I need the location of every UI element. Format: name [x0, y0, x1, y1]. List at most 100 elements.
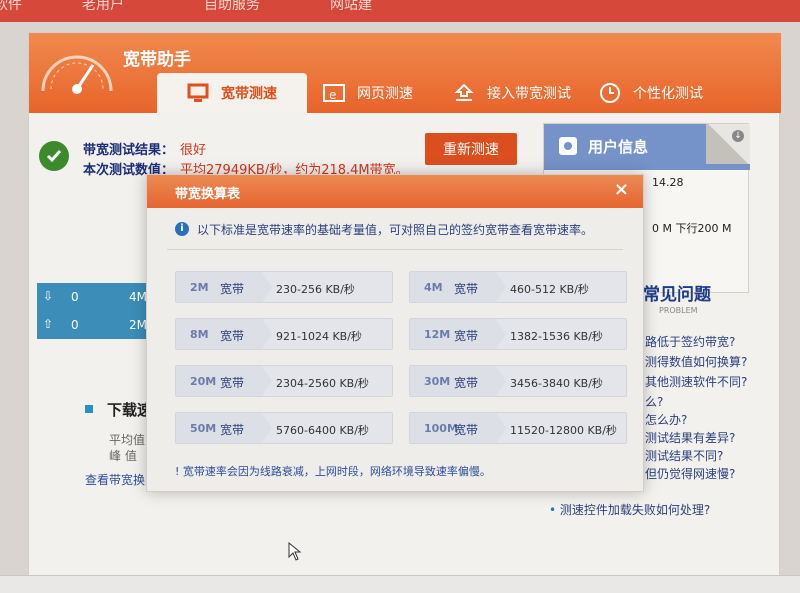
- page-fold: [706, 124, 750, 164]
- result-label: 带宽测试结果：: [83, 143, 175, 158]
- dialog-title: 带宽换算表: [175, 187, 241, 202]
- bandwidth-size: 50M: [190, 422, 217, 435]
- user-info-line: 14.28: [652, 176, 684, 189]
- tab-web-speed[interactable]: e 网页测速: [323, 73, 413, 113]
- taskbar: [0, 575, 800, 593]
- faq-title: 常见问题: [643, 285, 711, 305]
- nav-item[interactable]: 老用户: [82, 0, 124, 14]
- top-nav: 软件 老用户 自助服务 网站建: [0, 0, 800, 22]
- download-icon[interactable]: ↓: [732, 130, 744, 142]
- rate-range: 921-1024 KB/秒: [276, 330, 362, 343]
- bandwidth-size: 12M: [424, 328, 451, 341]
- upload-arrow-icon: ⇧: [43, 317, 54, 331]
- bandwidth-size: 4M: [424, 281, 443, 294]
- row-caption: [176, 413, 272, 443]
- result-value: 很好: [180, 143, 207, 158]
- bandwidth-label: 宽带: [454, 329, 479, 343]
- bandwidth-conversion-dialog: 带宽换算表 × i 以下标准是宽带速率的基础考量值，可对照自己的签约宽带查看宽带…: [146, 174, 644, 492]
- faq-item[interactable]: 其他测速软件不同?: [645, 373, 747, 390]
- clock-icon: [600, 83, 620, 103]
- tab-speed-test[interactable]: 宽带测速: [157, 73, 307, 113]
- row-caption: [176, 366, 272, 396]
- tab-label: 宽带测速: [221, 86, 277, 102]
- faq-item[interactable]: 测试结果有差异?: [645, 429, 735, 446]
- tab-label: 个性化测试: [633, 86, 703, 102]
- user-info-header: 用户信息 ↓: [544, 124, 750, 170]
- dialog-footer-note: ! 宽带速率会因为线路衰减，上网时段，网络环境导致速率偏慢。: [175, 465, 491, 478]
- speedometer-icon: [41, 55, 113, 94]
- average-label: 平均值: [109, 433, 146, 447]
- conversion-row: 20M 宽带 2304-2560 KB/秒: [175, 365, 393, 397]
- info-icon: i: [175, 222, 189, 236]
- bandwidth-conversion-link[interactable]: 查看带宽换: [85, 471, 145, 488]
- peak-label: 峰 值: [109, 449, 137, 463]
- dialog-note: 以下标准是宽带速率的基础考量值，可对照自己的签约宽带查看宽带速率。: [197, 223, 594, 237]
- conversion-row: 4M 宽带 460-512 KB/秒: [409, 271, 627, 303]
- row-caption: [410, 272, 506, 302]
- app-banner: 宽带助手 宽带测速 e 网页测速 接入带宽测试 个性化测试: [29, 33, 781, 113]
- user-info-line: 0 M 下行200 M: [652, 222, 732, 235]
- nav-item[interactable]: 网站建: [330, 0, 372, 14]
- upload-speed: 0: [71, 318, 79, 332]
- bandwidth-label: 宽带: [454, 282, 479, 296]
- conversion-row: 12M 宽带 1382-1536 KB/秒: [409, 318, 627, 350]
- result-line: 带宽测试结果： 很好: [83, 139, 206, 158]
- section-marker: [85, 405, 93, 413]
- bandwidth-label: 宽带: [454, 423, 479, 437]
- rate-range: 3456-3840 KB/秒: [510, 377, 603, 390]
- faq-item[interactable]: 测得数值如何换算?: [645, 353, 747, 370]
- download-max: 4M: [129, 290, 147, 304]
- faq-subtitle: PROBLEM: [659, 306, 698, 315]
- upload-icon: [454, 83, 474, 101]
- monitor-icon: [187, 83, 209, 102]
- tab-label: 网页测速: [357, 86, 413, 102]
- tab-bar: 宽带测速 e 网页测速 接入带宽测试 个性化测试: [157, 73, 777, 113]
- svg-text:e: e: [329, 88, 336, 102]
- retest-button[interactable]: 重新测速: [425, 133, 517, 165]
- bandwidth-label: 宽带: [220, 329, 245, 343]
- tab-label: 接入带宽测试: [487, 86, 571, 102]
- bandwidth-size: 100M: [424, 422, 458, 435]
- rate-range: 230-256 KB/秒: [276, 283, 355, 296]
- faq-item-label: 测速控件加载失败如何处理?: [559, 503, 711, 517]
- rate-range: 5760-6400 KB/秒: [276, 424, 369, 437]
- bandwidth-label: 宽带: [220, 376, 245, 390]
- download-arrow-icon: ⇩: [43, 289, 54, 303]
- mouse-cursor-icon: [288, 542, 302, 561]
- rate-range: 11520-12800 KB/秒: [510, 424, 617, 437]
- row-caption: [410, 366, 506, 396]
- rate-range: 1382-1536 KB/秒: [510, 330, 603, 343]
- conversion-row: 8M 宽带 921-1024 KB/秒: [175, 318, 393, 350]
- conversion-row: 50M 宽带 5760-6400 KB/秒: [175, 412, 393, 444]
- faq-item[interactable]: • 测速控件加载失败如何处理?: [549, 501, 710, 518]
- faq-item[interactable]: 么?: [645, 393, 663, 410]
- faq-item[interactable]: 路低于签约带宽?: [645, 333, 735, 350]
- bandwidth-size: 30M: [424, 375, 451, 388]
- bandwidth-size: 20M: [190, 375, 217, 388]
- speed-meters: ⇩ 0 4M ⇧ 0 2M: [37, 283, 155, 339]
- faq-item[interactable]: 测试结果不同?: [645, 447, 723, 464]
- conversion-row: 30M 宽带 3456-3840 KB/秒: [409, 365, 627, 397]
- bandwidth-label: 宽带: [220, 282, 245, 296]
- faq-item[interactable]: 但仍觉得网速慢?: [645, 465, 735, 482]
- conversion-row: 100M 宽带 11520-12800 KB/秒: [409, 412, 627, 444]
- divider: [167, 249, 623, 250]
- rate-range: 460-512 KB/秒: [510, 283, 589, 296]
- nav-item[interactable]: 软件: [0, 0, 22, 14]
- app-title: 宽带助手: [123, 50, 191, 70]
- success-check-icon: [39, 141, 69, 171]
- bandwidth-size: 8M: [190, 328, 209, 341]
- browser-icon: e: [323, 84, 345, 102]
- user-info-title: 用户信息: [588, 138, 649, 156]
- tab-access-bandwidth[interactable]: 接入带宽测试: [453, 73, 571, 113]
- user-info-icon: [559, 137, 577, 155]
- row-caption: [410, 319, 506, 349]
- tab-custom-test[interactable]: 个性化测试: [599, 73, 703, 113]
- nav-item[interactable]: 自助服务: [204, 0, 260, 14]
- conversion-row: 2M 宽带 230-256 KB/秒: [175, 271, 393, 303]
- dialog-header: 带宽换算表 ×: [147, 175, 643, 208]
- faq-item[interactable]: 怎么办?: [645, 411, 687, 428]
- close-icon[interactable]: ×: [614, 179, 629, 200]
- upload-max: 2M: [129, 318, 147, 332]
- row-caption: [176, 272, 272, 302]
